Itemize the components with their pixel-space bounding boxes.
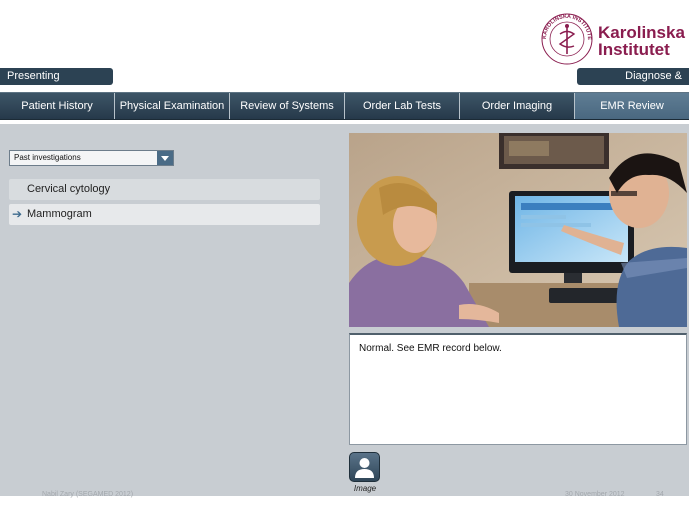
tab-order-imaging[interactable]: Order Imaging <box>460 93 575 119</box>
image-button-label: Image <box>353 484 377 493</box>
tab-physical-examination[interactable]: Physical Examination <box>115 93 230 119</box>
main-nav: Patient History Physical Examination Rev… <box>0 92 689 120</box>
diagnose-manage-button[interactable]: Diagnose & Manage Pt. <box>577 68 689 99</box>
result-text: Normal. See EMR record below. <box>359 343 502 354</box>
list-item-cervical-cytology[interactable]: Cervical cytology <box>9 179 320 200</box>
tab-order-lab-tests[interactable]: Order Lab Tests <box>345 93 460 119</box>
tab-emr-review[interactable]: EMR Review <box>575 93 689 119</box>
list-item-label: Mammogram <box>27 208 92 220</box>
tab-patient-history[interactable]: Patient History <box>0 93 115 119</box>
list-item-mammogram[interactable]: ➔ Mammogram <box>9 204 320 225</box>
investigations-dropdown[interactable]: Past investigations <box>9 150 174 166</box>
presenting-complaint-button[interactable]: Presenting Complaint <box>0 68 113 99</box>
consultation-photo <box>349 133 687 327</box>
result-text-box: Normal. See EMR record below. <box>349 333 687 445</box>
person-icon <box>355 458 374 478</box>
arrow-right-icon: ➔ <box>12 207 23 221</box>
footer-page-number: 34 <box>656 491 664 498</box>
karolinska-seal-icon: KAROLINSKA INSTITUTET <box>540 12 593 65</box>
chevron-down-icon[interactable] <box>157 151 173 165</box>
tab-review-of-systems[interactable]: Review of Systems <box>230 93 345 119</box>
logo-line-2: Institutet <box>598 40 670 59</box>
content-panel: Past investigations Cervical cytology ➔ … <box>0 124 689 496</box>
karolinska-logo: KAROLINSKA INSTITUTET Karolinska Institu… <box>540 12 688 68</box>
logo-line-1: Karolinska <box>598 23 685 42</box>
list-item-label: Cervical cytology <box>27 183 111 195</box>
footer-author: Nabil Zary (SEGAMED 2012) <box>42 491 134 498</box>
footer-date: 30 November 2012 <box>565 491 625 498</box>
image-button[interactable] <box>349 452 380 482</box>
consultation-photo-graphic <box>349 133 687 327</box>
dropdown-selected-value: Past investigations <box>14 153 81 162</box>
